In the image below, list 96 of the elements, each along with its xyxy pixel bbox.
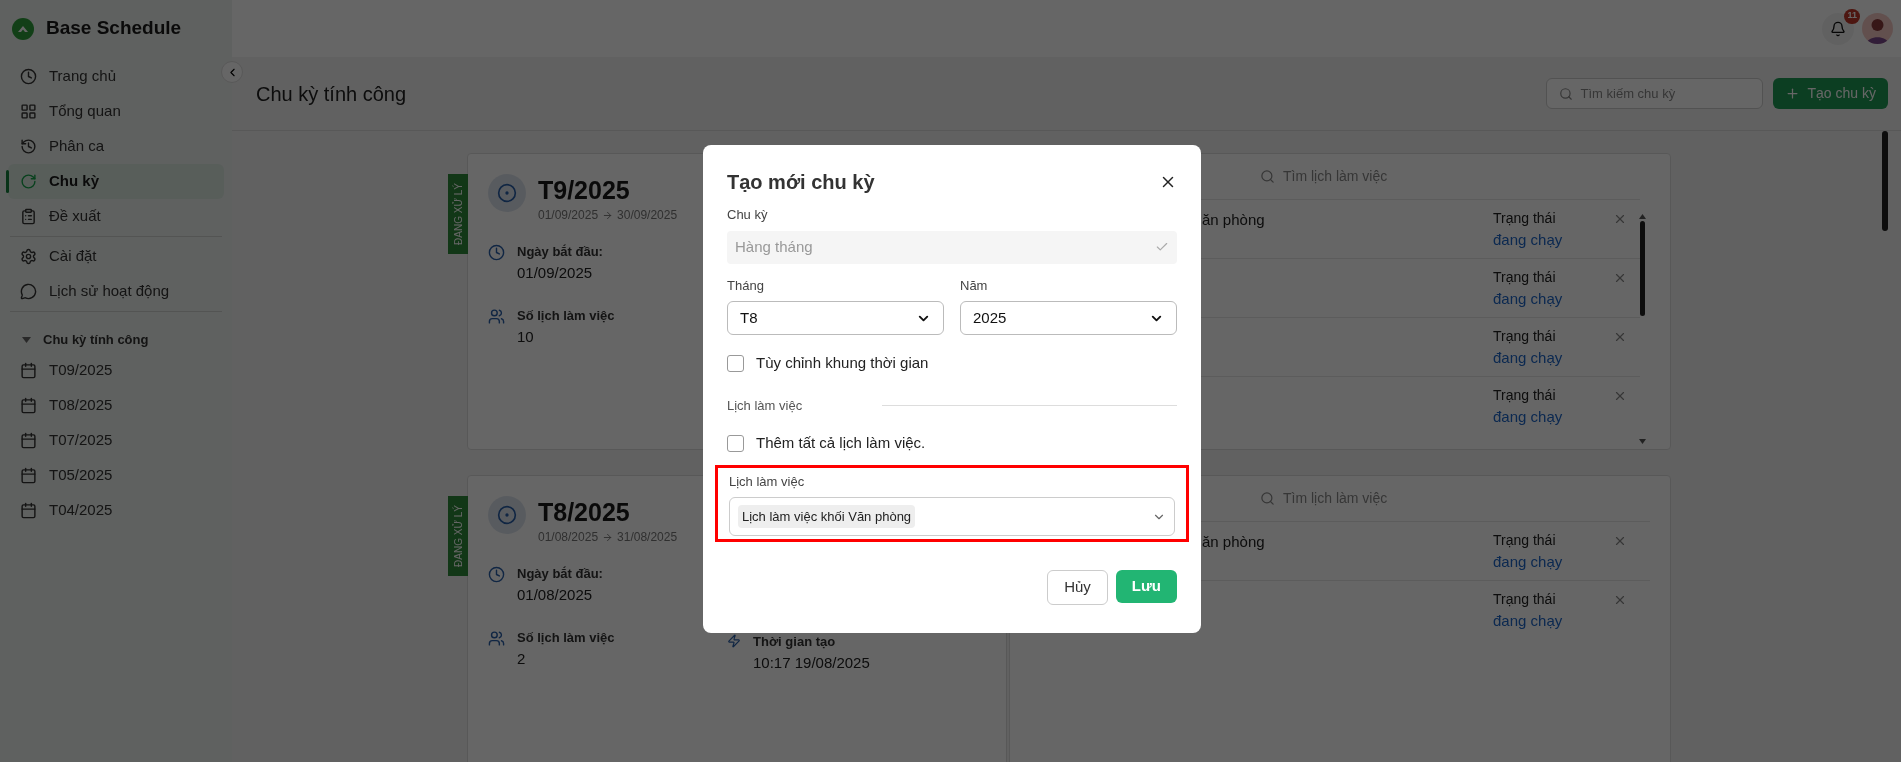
sidebar-item[interactable]: T08/2025 (8, 388, 224, 423)
section-header[interactable]: Chu kỳ tính công (0, 327, 232, 353)
collapse-button[interactable] (221, 61, 243, 83)
sidebar-item[interactable]: Trang chủ (8, 59, 224, 94)
detail-label: Ngày bắt đầu: (517, 243, 603, 261)
clock-icon (488, 244, 505, 261)
detail-value: 2 (517, 648, 527, 669)
sidebar-item[interactable]: T07/2025 (8, 423, 224, 458)
sidebar-item[interactable]: Tổng quan (8, 94, 224, 129)
people-icon (488, 630, 505, 647)
detail-label: Ngày bắt đầu: (517, 565, 603, 583)
month-select[interactable]: T8 (727, 301, 944, 335)
detail-label: Số lịch làm việc (517, 307, 615, 325)
nav-icon (20, 283, 37, 300)
detail-value: 10 (517, 326, 535, 347)
detail-value: 01/09/2025 (517, 262, 594, 283)
nav-icon (20, 173, 37, 190)
schedule-status: Trạng thái đang chạy (1493, 327, 1564, 368)
target-icon (488, 496, 526, 534)
field-label: Tháng (727, 276, 765, 295)
arrow-icon (602, 209, 614, 221)
nav-icon (20, 362, 37, 379)
sidebar-item[interactable]: Phân ca (8, 129, 224, 164)
year-select[interactable]: 2025 (960, 301, 1177, 335)
status-ribbon: ĐANG XỬ LÝ (448, 174, 468, 254)
schedule-status: Trạng thái đang chạy (1493, 268, 1564, 309)
target-icon (488, 174, 526, 212)
schedule-select[interactable]: Lịch làm việc khối Văn phòng (729, 497, 1175, 536)
scroll-up-icon[interactable] (1638, 214, 1646, 219)
remove-icon[interactable] (1613, 389, 1627, 403)
search-icon (1558, 86, 1573, 101)
cycle-title: T8/2025 (538, 497, 631, 528)
sidebar-item[interactable]: T09/2025 (8, 353, 224, 388)
schedule-name: ăn phòng (1202, 533, 1265, 550)
remove-icon[interactable] (1613, 534, 1627, 548)
sidebar-item[interactable]: Chu kỳ (8, 164, 224, 199)
detail-label: Thời gian tạo (753, 633, 837, 651)
nav-icon (20, 502, 37, 519)
checkbox[interactable] (727, 434, 744, 452)
field-label: Lịch làm việc (729, 472, 806, 491)
page-title: Chu kỳ tính công (256, 81, 407, 107)
nav-icon (20, 138, 37, 155)
selected-tag: Lịch làm việc khối Văn phòng (738, 504, 916, 529)
dialog-title: Tạo mới chu kỳ (727, 170, 875, 195)
schedule-status: Trạng thái đang chạy (1493, 386, 1564, 427)
nav-icon (20, 397, 37, 414)
nav-icon (20, 248, 37, 265)
save-button[interactable]: Lưu (1115, 570, 1177, 603)
sidebar-item[interactable]: Cài đặt (8, 239, 224, 274)
nav-icon (20, 208, 37, 225)
bell-icon (1830, 20, 1846, 37)
checkbox[interactable] (727, 354, 744, 372)
people-icon (488, 308, 505, 325)
status-ribbon: ĐANG XỬ LÝ (448, 496, 468, 576)
logo-icon (12, 17, 34, 40)
nav-icon (20, 467, 37, 484)
schedule-status: Trạng thái đang chạy (1493, 209, 1564, 250)
app-name: Base Schedule (46, 16, 182, 41)
sidebar-item[interactable]: T05/2025 (8, 458, 224, 493)
notification-badge: 11 (1844, 8, 1860, 24)
schedule-status: Trạng thái đang chạy (1493, 531, 1564, 572)
detail-value: 10:17 19/08/2025 (753, 652, 870, 673)
checkbox-label: Thêm tất cả lịch làm việc. (756, 433, 926, 453)
cancel-button[interactable]: Hủy (1047, 570, 1108, 605)
detail-value: 01/08/2025 (517, 584, 594, 605)
cycle-title: T9/2025 (538, 175, 631, 206)
search-icon (1260, 491, 1275, 506)
schedule-status: Trạng thái đang chạy (1493, 590, 1564, 631)
scroll-down-icon[interactable] (1638, 439, 1646, 444)
nav-icon (20, 103, 37, 120)
remove-icon[interactable] (1613, 212, 1627, 226)
checkbox-label: Tùy chỉnh khung thời gian (756, 353, 929, 373)
sidebar-item[interactable]: T04/2025 (8, 493, 224, 528)
remove-icon[interactable] (1613, 271, 1627, 285)
detail-label: Số lịch làm việc (517, 629, 615, 647)
scrollbar[interactable] (1638, 214, 1646, 444)
plus-icon (1784, 86, 1800, 101)
arrow-icon (602, 531, 614, 543)
clock-icon (488, 566, 505, 583)
schedule-name: ăn phòng (1202, 211, 1265, 228)
nav-icon (20, 432, 37, 449)
create-button[interactable]: Tạo chu kỳ (1772, 78, 1888, 109)
caret-icon (22, 337, 31, 343)
remove-icon[interactable] (1613, 330, 1627, 344)
search-icon (1260, 169, 1275, 184)
lightning-icon (727, 634, 741, 648)
section-title: Lịch làm việc (727, 396, 803, 415)
check-icon (1155, 240, 1169, 254)
sidebar-item[interactable]: Đề xuất (8, 199, 224, 234)
page-scrollbar[interactable] (1882, 131, 1888, 231)
field-label: Năm (960, 276, 989, 295)
nav-icon (20, 68, 37, 85)
field-label: Chu kỳ (727, 206, 769, 224)
sidebar-item[interactable]: Lịch sử hoạt động (8, 274, 224, 309)
avatar[interactable] (1862, 13, 1893, 44)
remove-icon[interactable] (1613, 593, 1627, 607)
